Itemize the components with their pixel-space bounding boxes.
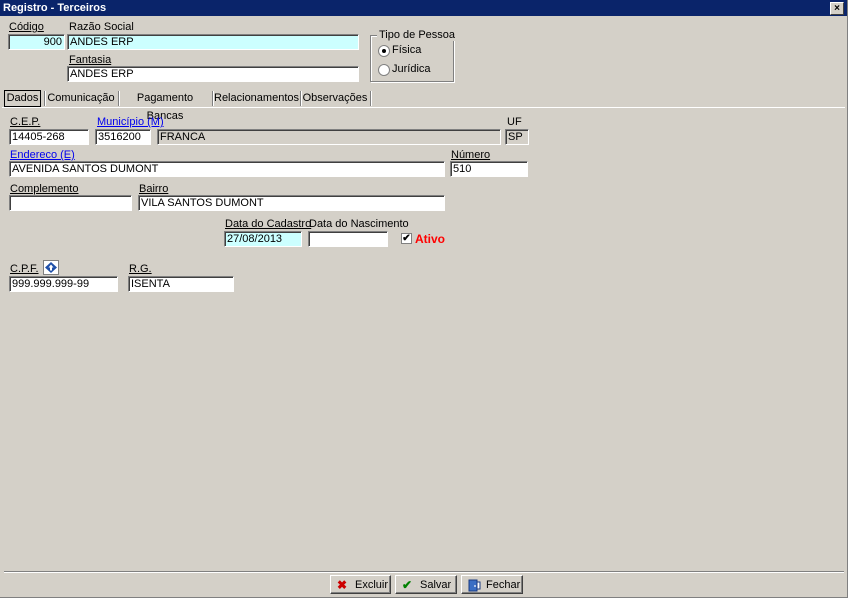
data-cadastro-label: Data do Cadastro <box>225 218 312 230</box>
data-cadastro-input[interactable]: 27/08/2013 <box>224 231 302 247</box>
radio-juridica-label: Jurídica <box>392 63 431 75</box>
diamond-arrow-icon <box>45 262 57 273</box>
data-nascimento-label: Data do Nascimento <box>309 218 409 230</box>
codigo-input[interactable]: 900 <box>8 34 65 50</box>
tab-separator <box>212 91 213 106</box>
data-nascimento-input[interactable] <box>308 231 388 247</box>
excluir-button[interactable]: ✖ Excluir <box>330 575 391 594</box>
ativo-label: Ativo <box>415 232 445 246</box>
window-title: Registro - Terceiros <box>3 2 107 14</box>
tab-dados[interactable]: Dados <box>4 90 41 107</box>
salvar-button[interactable]: ✔ Salvar <box>395 575 457 594</box>
tab-separator <box>370 91 371 106</box>
razao-social-input[interactable]: ANDES ERP <box>67 34 359 50</box>
salvar-label: Salvar <box>420 579 452 591</box>
bairro-label: Bairro <box>139 183 169 195</box>
checkmark-icon: ✔ <box>402 578 413 592</box>
tab-observacoes[interactable]: Observações <box>302 89 368 107</box>
municipio-name-field: FRANCA <box>157 129 501 145</box>
registro-window: Registro - Terceiros × Código 900 Razão … <box>0 0 848 598</box>
door-exit-icon <box>468 579 481 594</box>
fantasia-label: Fantasia <box>69 54 112 66</box>
bairro-input[interactable]: VILA SANTOS DUMONT <box>138 195 445 211</box>
fechar-button[interactable]: Fechar <box>461 575 523 594</box>
cep-input[interactable]: 14405-268 <box>9 129 89 145</box>
radio-fisica[interactable] <box>378 45 390 57</box>
tab-separator <box>300 91 301 106</box>
rg-input[interactable]: ISENTA <box>128 276 234 292</box>
fantasia-input[interactable]: ANDES ERP <box>67 66 359 82</box>
rg-label: R.G. <box>129 263 152 275</box>
codigo-label: Código <box>9 21 44 33</box>
endereco-link[interactable]: Endereco (E) <box>10 149 75 161</box>
cpf-lookup-icon[interactable] <box>43 260 59 275</box>
close-button[interactable]: × <box>830 2 844 15</box>
municipio-link[interactable]: Município (M) <box>97 116 164 128</box>
numero-input[interactable]: 510 <box>450 161 528 177</box>
tab-separator <box>118 91 119 106</box>
tab-comunicacao[interactable]: Comunicação <box>46 89 116 107</box>
title-bar: Registro - Terceiros × <box>0 0 847 16</box>
cpf-input[interactable]: 999.999.999-99 <box>9 276 118 292</box>
tab-panel-border <box>2 107 845 108</box>
complemento-label: Complemento <box>10 183 79 195</box>
tab-relacionamentos[interactable]: Relacionamentos <box>214 89 299 107</box>
uf-field: SP <box>505 129 529 145</box>
fechar-label: Fechar <box>486 579 521 591</box>
radio-fisica-label: Física <box>392 44 422 56</box>
uf-label: UF <box>507 116 522 128</box>
bottom-divider <box>4 571 844 572</box>
razao-social-label: Razão Social <box>69 21 134 33</box>
ativo-checkbox[interactable]: ✔ <box>401 233 412 244</box>
radio-juridica[interactable] <box>378 64 390 76</box>
endereco-input[interactable]: AVENIDA SANTOS DUMONT <box>9 161 445 177</box>
tab-pagamento-bancas[interactable]: Pagamento Bancas <box>120 89 210 122</box>
delete-x-icon: ✖ <box>337 578 348 592</box>
numero-label: Número <box>451 149 491 161</box>
cpf-label: C.P.F. <box>10 263 39 275</box>
excluir-label: Excluir <box>355 579 389 591</box>
complemento-input[interactable] <box>9 195 132 211</box>
municipio-code-input[interactable]: 3516200 <box>95 129 151 145</box>
tipo-pessoa-title: Tipo de Pessoa <box>377 29 458 41</box>
tab-separator <box>44 91 45 106</box>
cep-label: C.E.P. <box>10 116 41 128</box>
